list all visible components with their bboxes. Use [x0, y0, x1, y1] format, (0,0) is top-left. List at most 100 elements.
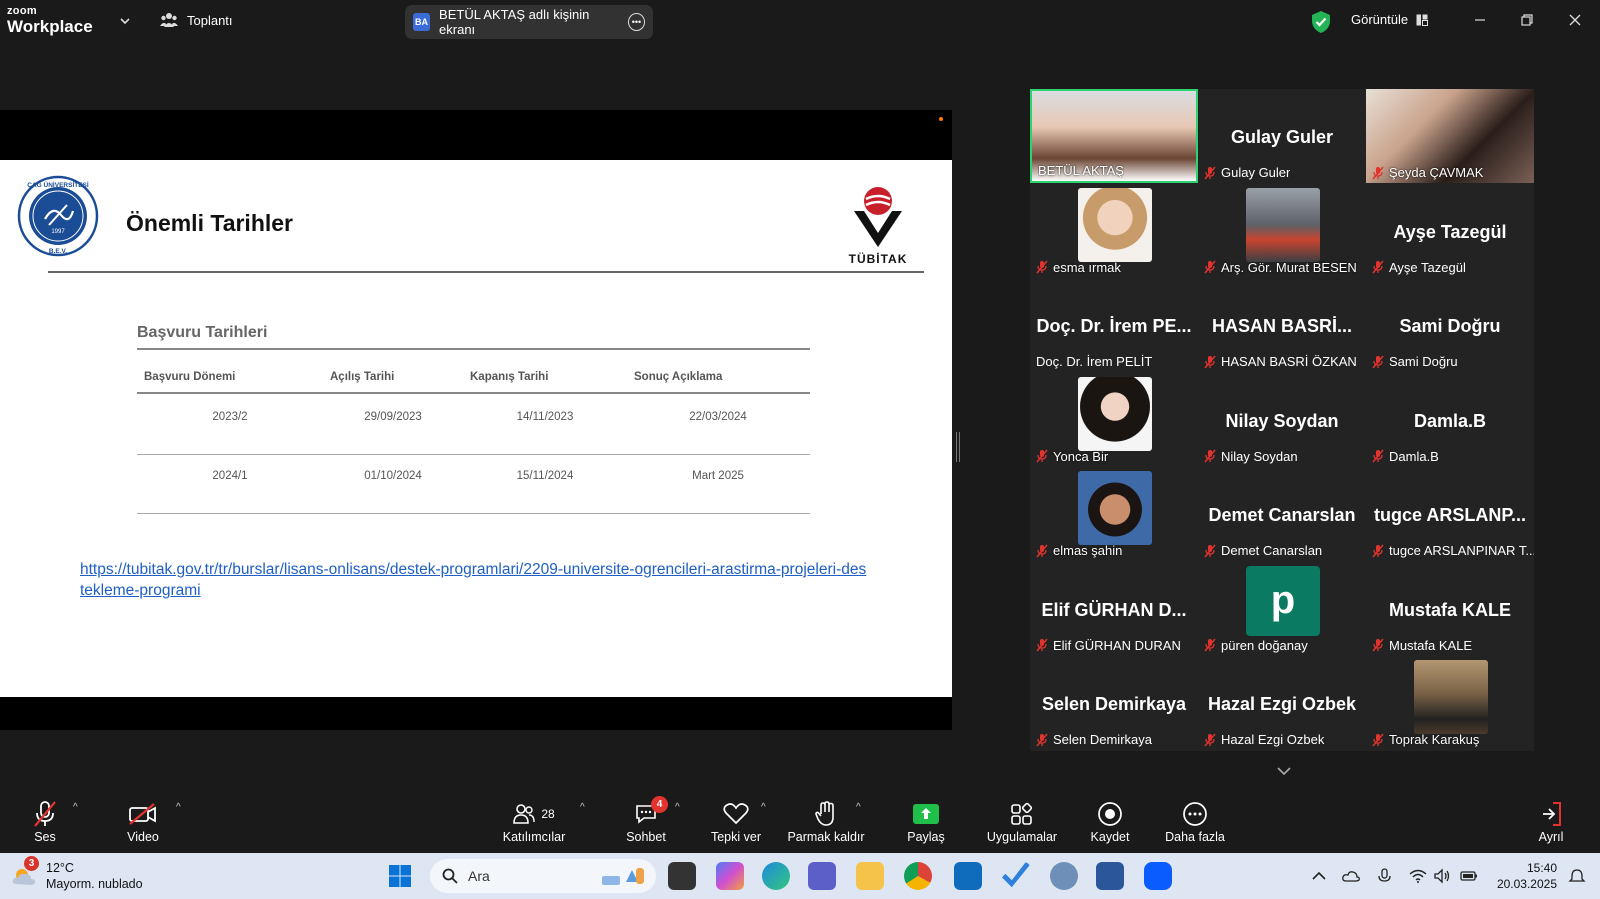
chat-button[interactable]: 4 Sohbet	[626, 796, 668, 844]
split-resize-handle[interactable]	[956, 432, 960, 462]
audio-button[interactable]: Ses	[30, 798, 60, 844]
program-link[interactable]: https://tubitak.gov.tr/tr/burslar/lisans…	[80, 559, 870, 601]
more-button[interactable]: Daha fazla	[1164, 798, 1226, 844]
logo-workplace-text: Workplace	[7, 17, 93, 36]
seal-bottom-text: B.E.V.	[49, 248, 67, 255]
participant-tile[interactable]: esma ırmak	[1030, 183, 1198, 278]
participant-tile[interactable]: Toprak Karakuş	[1366, 656, 1534, 750]
participant-name-label: Toprak Karakuş	[1372, 732, 1479, 747]
close-icon[interactable]	[1565, 10, 1585, 30]
meeting-info-button[interactable]: Toplantı	[160, 12, 233, 28]
leave-button[interactable]: Ayrıl	[1534, 798, 1568, 844]
participant-tile[interactable]: Ayşe Tazegül Ayşe Tazegül	[1366, 183, 1534, 278]
word-icon[interactable]	[1096, 862, 1124, 890]
participant-tile[interactable]: Damla.B Damla.B	[1366, 372, 1534, 467]
outlook-icon[interactable]	[954, 862, 982, 890]
chat-options-caret[interactable]: ^	[675, 802, 680, 813]
video-button[interactable]: Video	[126, 798, 160, 844]
encryption-shield-icon[interactable]	[1310, 10, 1332, 34]
gallery-next-page-button[interactable]	[1244, 756, 1324, 786]
system-clock[interactable]: 15:40 20.03.2025	[1491, 860, 1557, 892]
windows-start-icon[interactable]	[388, 864, 412, 888]
participant-tile[interactable]: Nilay Soydan Nilay Soydan	[1198, 372, 1366, 467]
participant-name-label: Mustafa KALE	[1372, 638, 1472, 653]
copilot-icon[interactable]	[716, 862, 744, 890]
zoom-workplace-logo: zoom Workplace	[7, 5, 93, 36]
mic-muted-icon	[1204, 638, 1216, 652]
view-label: Görüntüle	[1351, 12, 1409, 27]
weather-widget[interactable]: 3 12°C Mayorm. nublado	[10, 856, 143, 892]
globe-app-icon[interactable]	[1050, 862, 1078, 890]
apps-button[interactable]: Uygulamalar	[986, 798, 1058, 844]
wifi-icon[interactable]	[1409, 868, 1427, 884]
participant-name-label: Sami Doğru	[1372, 354, 1458, 369]
zoom-app-icon[interactable]	[1144, 862, 1172, 890]
view-button[interactable]: Görüntüle	[1351, 12, 1429, 27]
weather-description: Mayorm. nublado	[46, 877, 143, 891]
notification-bell-icon[interactable]	[1568, 868, 1586, 884]
audio-options-caret[interactable]: ^	[73, 802, 78, 813]
chevron-down-icon[interactable]	[118, 14, 132, 28]
restore-icon[interactable]	[1517, 10, 1537, 30]
audio-label: Ses	[34, 830, 56, 844]
screen-share-indicator[interactable]: BA BETÜL AKTAŞ adlı kişinin ekranı •••	[405, 5, 653, 39]
onedrive-icon[interactable]	[1342, 868, 1360, 884]
share-screen-button[interactable]: Paylaş	[906, 798, 946, 844]
raise-hand-button[interactable]: Parmak kaldır	[786, 798, 866, 844]
table-top-rule	[137, 348, 810, 350]
participant-tile[interactable]: HASAN BASRİ... HASAN BASRİ ÖZKAN	[1198, 278, 1366, 372]
participant-tile[interactable]: p püren doğanay	[1198, 561, 1366, 656]
taskbar-search[interactable]: Ara	[430, 859, 656, 893]
participant-tile[interactable]: Doç. Dr. İrem PE... Doç. Dr. İrem PELİT	[1030, 278, 1198, 372]
react-button[interactable]: Tepki ver	[709, 798, 763, 844]
mic-muted-icon	[1372, 260, 1384, 274]
tray-overflow-chevron-icon[interactable]	[1310, 868, 1328, 884]
raise-hand-options-caret[interactable]: ^	[856, 802, 861, 813]
participants-button[interactable]: 28 Katılımcılar	[498, 798, 570, 844]
participant-name-label: Doç. Dr. İrem PELİT	[1036, 354, 1153, 369]
shared-screen[interactable]: 1997 ÇAĞ ÜNİVERSİTESİ B.E.V. Önemli Tari…	[0, 110, 952, 730]
share-screen-icon	[913, 804, 939, 824]
participant-tile[interactable]: Yonca Bir	[1030, 372, 1198, 467]
table-cell: 2023/2	[212, 411, 248, 423]
volume-icon[interactable]	[1433, 868, 1451, 884]
participant-tile[interactable]: Mustafa KALE Mustafa KALE	[1366, 561, 1534, 656]
mic-muted-icon	[1204, 166, 1216, 179]
file-explorer-icon[interactable]	[856, 862, 884, 890]
participant-tile[interactable]: Elif GÜRHAN D... Elif GÜRHAN DURAN	[1030, 561, 1198, 656]
video-options-caret[interactable]: ^	[176, 802, 181, 813]
participant-name-label: Elif GÜRHAN DURAN	[1036, 638, 1181, 653]
logo-zoom-text: zoom	[7, 5, 37, 17]
chrome-icon[interactable]	[904, 862, 932, 890]
participant-display-name: Nilay Soydan	[1225, 410, 1339, 431]
react-options-caret[interactable]: ^	[761, 802, 766, 813]
battery-icon[interactable]	[1460, 868, 1478, 884]
participant-tile[interactable]: BETÜL AKTAŞ	[1030, 89, 1198, 183]
participant-tile[interactable]: Selen Demirkaya Selen Demirkaya	[1030, 656, 1198, 750]
participant-tile[interactable]: elmas şahin	[1030, 467, 1198, 561]
record-button[interactable]: Kaydet	[1090, 798, 1130, 844]
mic-tray-icon[interactable]	[1376, 868, 1394, 884]
mic-muted-icon	[1204, 733, 1216, 746]
task-view-icon[interactable]	[668, 862, 696, 890]
edge-icon[interactable]	[762, 862, 790, 890]
university-seal-logo: 1997 ÇAĞ ÜNİVERSİTESİ B.E.V.	[17, 175, 99, 257]
participant-tile[interactable]: Şeyda ÇAVMAK	[1366, 89, 1534, 183]
share-label: BETÜL AKTAŞ adlı kişinin ekranı	[439, 7, 590, 37]
participant-tile[interactable]: Sami Doğru Sami Doğru	[1366, 278, 1534, 372]
participant-display-name: HASAN BASRİ...	[1211, 316, 1352, 336]
todo-check-icon[interactable]	[1002, 862, 1030, 888]
header-open-date: Açılış Tarihi	[330, 371, 395, 383]
table-title: Başvuru Tarihleri	[137, 324, 268, 341]
more-options-icon[interactable]: •••	[627, 13, 645, 31]
participant-tile[interactable]: Arş. Gör. Murat BESEN	[1198, 183, 1366, 278]
participant-tile[interactable]: Demet Canarslan Demet Canarslan	[1198, 467, 1366, 561]
minimize-icon[interactable]	[1470, 10, 1490, 30]
video-off-icon	[129, 803, 156, 825]
participant-display-name: Mustafa KALE	[1388, 599, 1511, 620]
participants-options-caret[interactable]: ^	[580, 802, 585, 813]
participant-tile[interactable]: tugce ARSLANP... tugce ARSLANPINAR T...	[1366, 467, 1534, 561]
teams-icon[interactable]	[808, 862, 836, 890]
participant-tile[interactable]: Hazal Ezgi Ozbek Hazal Ezgi Ozbek	[1198, 656, 1366, 750]
participant-tile[interactable]: Gulay Guler Gulay Guler	[1198, 89, 1366, 183]
